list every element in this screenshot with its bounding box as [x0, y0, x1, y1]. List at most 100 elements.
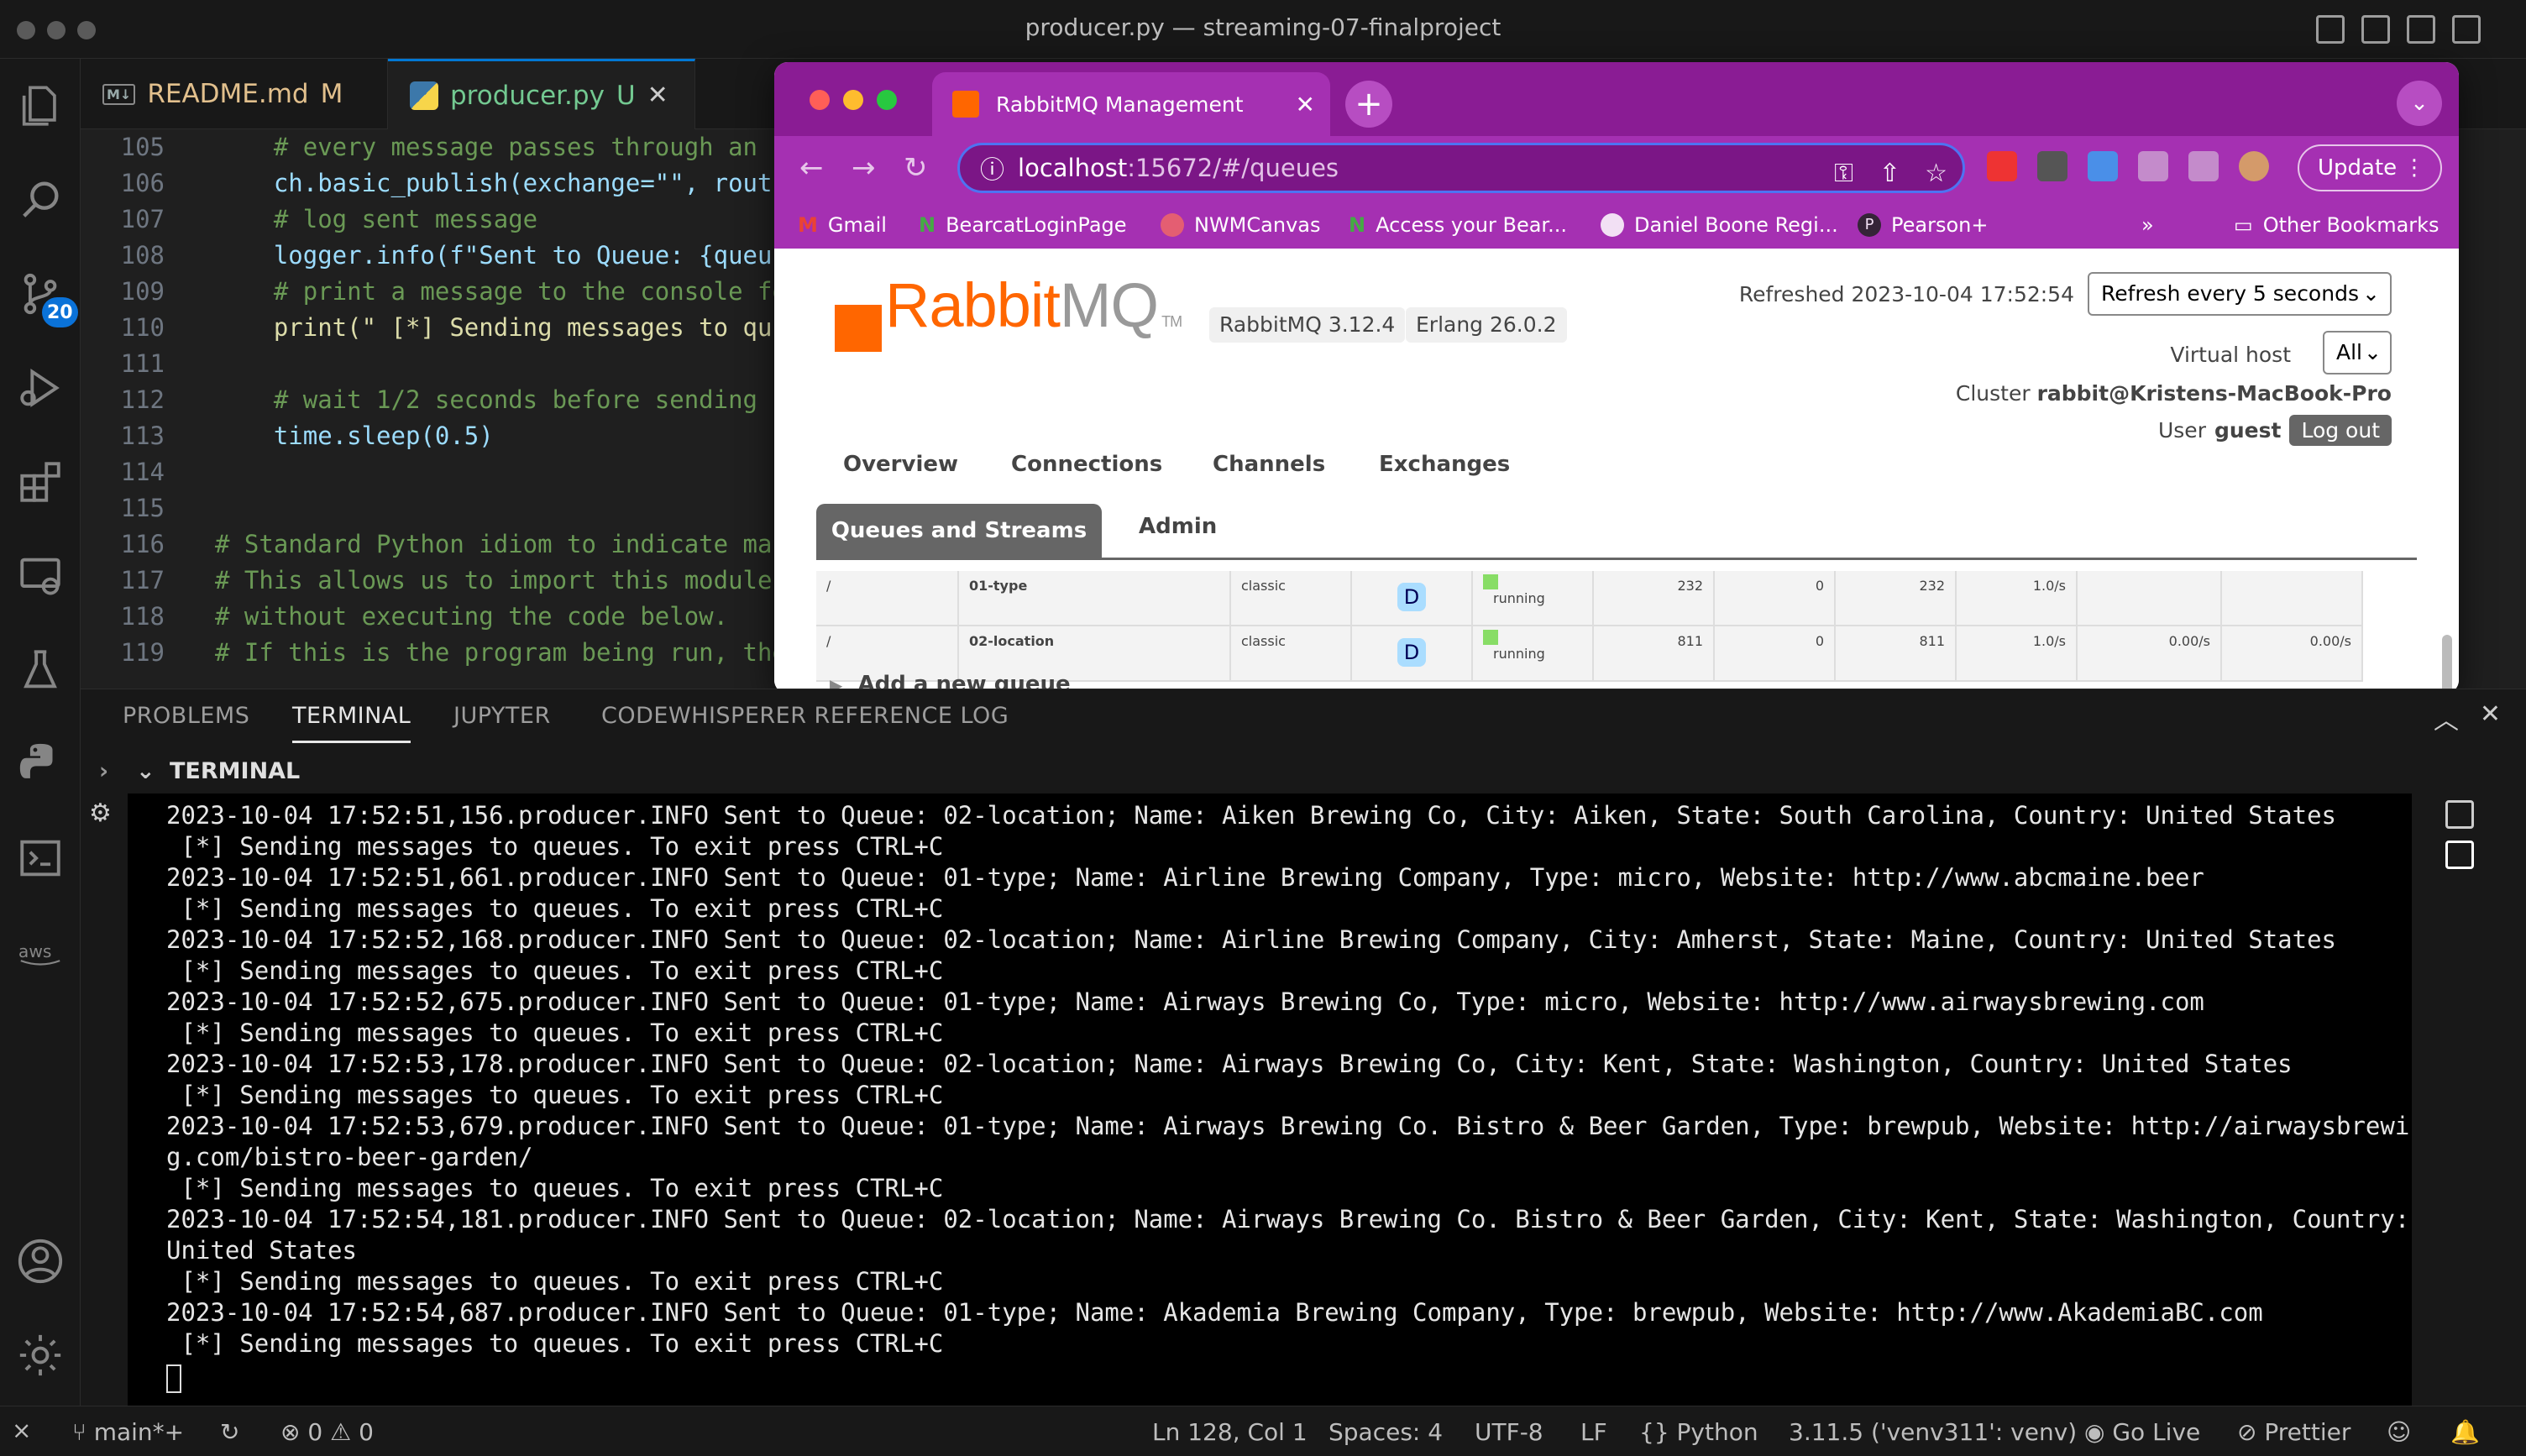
chevron-down-icon[interactable]: ⌄ [136, 758, 155, 784]
extension-app-icon[interactable] [2088, 151, 2118, 181]
side-panel-icon[interactable] [2188, 151, 2219, 181]
nav-exchanges[interactable]: Exchanges [1379, 452, 1510, 477]
virtual-host-select[interactable]: All ⌄ [2323, 331, 2392, 374]
terminal-section-header[interactable]: › ⌄ TERMINAL [81, 752, 2526, 793]
tab-search-chevron-icon[interactable]: ⌄ [2397, 81, 2442, 126]
close-panel-icon[interactable]: ✕ [2480, 699, 2501, 729]
double-check-icon: ⊘ [2237, 1418, 2257, 1446]
terminal-instance-active-icon[interactable] [2445, 841, 2474, 869]
branch-indicator[interactable]: ⑂ main*+ [72, 1418, 184, 1446]
toggle-panel-icon[interactable] [2361, 15, 2390, 44]
update-button[interactable]: Update ⋮ [2298, 144, 2442, 191]
nav-admin[interactable]: Admin [1139, 514, 1217, 539]
chevron-right-icon[interactable]: › [99, 758, 108, 784]
nav-connections[interactable]: Connections [1011, 452, 1162, 477]
notifications-bell-icon[interactable]: 🔔 [2450, 1418, 2480, 1446]
go-live-button[interactable]: ◉ Go Live [2084, 1418, 2200, 1446]
key-icon[interactable]: ⚿ [1834, 159, 1853, 188]
toggle-primary-sidebar-icon[interactable] [2316, 15, 2345, 44]
aws-icon[interactable]: aws [13, 925, 67, 979]
remote-explorer-icon[interactable] [13, 549, 67, 603]
refresh-interval-select[interactable]: Refresh every 5 seconds ⌄ [2088, 272, 2392, 316]
tab-readme[interactable]: M↓ README.md M [81, 59, 388, 129]
extension-help-icon[interactable] [2037, 151, 2067, 181]
customize-layout-icon[interactable] [2452, 15, 2481, 44]
debug-console-icon[interactable]: ⚙ [89, 799, 112, 828]
indentation[interactable]: Spaces: 4 [1329, 1418, 1443, 1446]
python-interpreter[interactable]: 3.11.5 ('venv311': venv) [1789, 1418, 2077, 1446]
browser-close-dot[interactable] [810, 90, 830, 110]
explorer-icon[interactable] [13, 79, 67, 133]
new-tab-button[interactable]: + [1345, 81, 1392, 128]
extensions-puzzle-icon[interactable] [2138, 151, 2168, 181]
share-icon[interactable]: ⇧ [1879, 159, 1900, 188]
address-bar[interactable]: ⓘ localhost:15672/#/queues ⚿ ⇧ ☆ [957, 143, 1965, 193]
testing-icon[interactable] [13, 643, 67, 697]
bookmark-bearcat[interactable]: N BearcatLoginPage [919, 213, 1127, 237]
close-tab-icon[interactable]: ✕ [1296, 91, 1315, 118]
terminal-line: 2023-10-04 17:52:51,661.producer.INFO Se… [166, 863, 2204, 892]
logout-button[interactable]: Log out [2289, 415, 2392, 446]
bookmark-star-icon[interactable]: ☆ [1925, 159, 1947, 188]
terminal-instance-icon[interactable] [2445, 800, 2474, 829]
panel-tab-codewhisperer[interactable]: CODEWHISPERER REFERENCE LOG [601, 703, 1009, 729]
panel-tab-problems[interactable]: PROBLEMS [123, 703, 249, 729]
python-icon[interactable] [13, 737, 67, 791]
prettier-status[interactable]: ⊘ Prettier [2237, 1418, 2350, 1446]
page-scrollbar[interactable] [2442, 635, 2452, 694]
browser-window: RabbitMQ Management ✕ + ⌄ ← → ↻ ⓘ localh… [774, 62, 2459, 694]
nav-queues-and-streams[interactable]: Queues and Streams [816, 504, 1102, 558]
cursor-position[interactable]: Ln 128, Col 1 [1152, 1418, 1308, 1446]
terminal-output[interactable]: 2023-10-04 17:52:51,156.producer.INFO Se… [128, 793, 2412, 1406]
bookmark-gmail[interactable]: M Gmail [798, 213, 887, 237]
accounts-icon[interactable] [13, 1234, 67, 1288]
profile-avatar[interactable] [2239, 151, 2269, 181]
extension-shield-icon[interactable] [1987, 151, 2017, 181]
rabbitmq-logo-mark [835, 305, 882, 352]
terminal-line: [*] Sending messages to queues. To exit … [166, 894, 944, 923]
northwest-icon: N [919, 213, 936, 237]
bookmark-pearson[interactable]: P Pearson+ [1858, 213, 1988, 237]
messages-total: 232 [1836, 571, 1957, 626]
url-host: localhost [1018, 154, 1128, 182]
bookmark-access-bear[interactable]: N Access your Bear... [1349, 213, 1567, 237]
site-info-icon[interactable]: ⓘ [980, 150, 1004, 186]
erlang-version: Erlang 26.0.2 [1406, 307, 1567, 343]
back-arrow-icon[interactable]: ← [799, 151, 824, 185]
bookmark-nwmcanvas[interactable]: NWMCanvas [1161, 213, 1320, 237]
tab-status: M [320, 79, 343, 109]
encoding[interactable]: UTF-8 [1475, 1418, 1543, 1446]
end-of-line[interactable]: LF [1580, 1418, 1607, 1446]
browser-minimize-dot[interactable] [843, 90, 863, 110]
rate-deliver: 0.00/s [2078, 626, 2222, 682]
queue-name-link[interactable]: 01-type [959, 571, 1231, 626]
messages-total: 811 [1836, 626, 1957, 682]
terminal-icon[interactable] [13, 831, 67, 885]
tab-producer[interactable]: producer.py U ✕ [388, 59, 695, 129]
extensions-icon[interactable] [13, 455, 67, 509]
feedback-icon[interactable]: ☺ [2387, 1418, 2411, 1446]
browser-maximize-dot[interactable] [877, 90, 897, 110]
other-bookmarks[interactable]: ▭ Other Bookmarks [2234, 213, 2440, 237]
toggle-secondary-sidebar-icon[interactable] [2407, 15, 2435, 44]
panel-tab-terminal[interactable]: TERMINAL [292, 703, 411, 743]
manage-gear-icon[interactable] [13, 1328, 67, 1382]
maximize-panel-icon[interactable]: ︿ [2434, 699, 2459, 736]
search-icon[interactable] [13, 173, 67, 227]
more-bookmarks-chevron[interactable]: » [2141, 213, 2154, 237]
reload-icon[interactable]: ↻ [904, 151, 928, 185]
nav-channels[interactable]: Channels [1213, 452, 1325, 477]
panel-tab-jupyter[interactable]: JUPYTER [453, 703, 551, 729]
remote-indicator-icon[interactable]: ⨯ [0, 1406, 47, 1456]
problems-indicator[interactable]: ⊗ 0 ⚠ 0 [280, 1418, 374, 1446]
forward-arrow-icon[interactable]: → [852, 151, 876, 185]
bookmark-daniel-boone[interactable]: Daniel Boone Regi... [1601, 213, 1838, 237]
source-control-icon[interactable]: 20 [13, 267, 78, 327]
sync-icon[interactable]: ↻ [220, 1418, 239, 1446]
run-debug-icon[interactable] [13, 361, 67, 415]
close-tab-icon[interactable]: ✕ [647, 81, 668, 110]
browser-tab[interactable]: RabbitMQ Management ✕ [932, 72, 1330, 136]
language-mode[interactable]: {} Python [1639, 1418, 1758, 1446]
nav-overview[interactable]: Overview [843, 452, 958, 477]
queue-row[interactable]: / 01-type classic D running 232 0 232 1.… [816, 571, 2363, 626]
